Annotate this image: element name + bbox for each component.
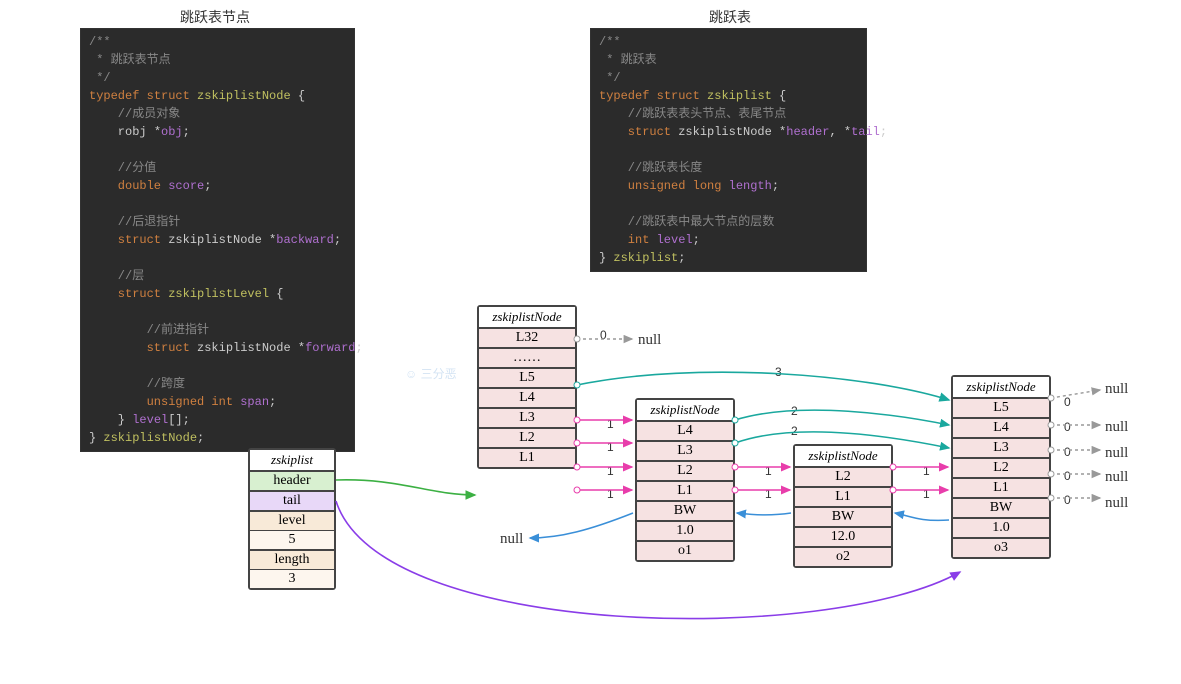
node-head-dots: ……: [479, 349, 575, 369]
span-2-L3: 2: [791, 424, 798, 438]
node-2-L1: L1: [795, 488, 891, 508]
node-2-BW: BW: [795, 508, 891, 528]
node-head-title: zskiplistNode: [479, 307, 575, 329]
node-1-obj: o1: [637, 542, 733, 560]
node-3-L5: L5: [953, 399, 1049, 419]
span-3: 3: [775, 365, 782, 379]
zskiplist-header: header: [250, 472, 334, 492]
node-2-score: 12.0: [795, 528, 891, 548]
node-3-L4: L4: [953, 419, 1049, 439]
node-3-L3: L3: [953, 439, 1049, 459]
null-n3-L1: null: [1105, 495, 1128, 512]
node-head-L1: L1: [479, 449, 575, 467]
node-2-L2: L2: [795, 468, 891, 488]
null-n3-L3: null: [1105, 445, 1128, 462]
node-2-obj: o2: [795, 548, 891, 566]
node-2-title: zskiplistNode: [795, 446, 891, 468]
span-1-n2-L2: 1: [923, 464, 930, 478]
span-0-n3-L2: 0: [1064, 469, 1071, 483]
node-1-L2: L2: [637, 462, 733, 482]
node-head-L4: L4: [479, 389, 575, 409]
span-1-h-L2: 1: [607, 464, 614, 478]
node-3-title: zskiplistNode: [953, 377, 1049, 399]
null-n3-L5: null: [1105, 381, 1128, 398]
zskiplist-length-label: length: [250, 551, 334, 570]
null-n3-L2: null: [1105, 469, 1128, 486]
zskiplist-tail: tail: [250, 492, 334, 512]
node-3-L1: L1: [953, 479, 1049, 499]
node-1-title: zskiplistNode: [637, 400, 733, 422]
span-0-n3-L3: 0: [1064, 445, 1071, 459]
span-1-h-L1: 1: [607, 487, 614, 501]
span-0-n3-L4: 0: [1064, 420, 1071, 434]
span-0-n3-L5: 0: [1064, 395, 1071, 409]
node-3-score: 1.0: [953, 519, 1049, 539]
node-head-L2: L2: [479, 429, 575, 449]
node-3-obj: o3: [953, 539, 1049, 557]
node-1-L3: L3: [637, 442, 733, 462]
span-1-n2-L1: 1: [923, 487, 930, 501]
code-block-list: /** * 跳跃表 */ typedef struct zskiplist { …: [590, 28, 867, 272]
node-head-L3: L3: [479, 409, 575, 429]
node-1: zskiplistNode L4 L3 L2 L1 BW 1.0 o1: [635, 398, 735, 562]
null-n3-L4: null: [1105, 419, 1128, 436]
node-head: zskiplistNode L32 …… L5 L4 L3 L2 L1: [477, 305, 577, 469]
watermark: ☺ 三分恶: [405, 365, 457, 382]
zskiplist-length-value: 3: [250, 570, 334, 588]
zskiplist-level-value: 5: [250, 531, 334, 551]
node-3: zskiplistNode L5 L4 L3 L2 L1 BW 1.0 o3: [951, 375, 1051, 559]
span-0-head: 0: [600, 328, 607, 342]
title-left: 跳跃表节点: [150, 7, 280, 27]
span-1-h-L4: 1: [607, 417, 614, 431]
node-3-L2: L2: [953, 459, 1049, 479]
span-1-n1-L2: 1: [765, 464, 772, 478]
title-right: 跳跃表: [680, 7, 780, 27]
span-0-n3-L1: 0: [1064, 493, 1071, 507]
null-head-L32: null: [638, 332, 661, 349]
node-1-L4: L4: [637, 422, 733, 442]
zskiplist-box: zskiplist header tail level 5 length 3: [248, 448, 336, 590]
node-head-L5: L5: [479, 369, 575, 389]
node-3-BW: BW: [953, 499, 1049, 519]
node-1-score: 1.0: [637, 522, 733, 542]
span-1-n1-L1: 1: [765, 487, 772, 501]
node-2: zskiplistNode L2 L1 BW 12.0 o2: [793, 444, 893, 568]
null-n1-bw: null: [500, 531, 523, 548]
node-head-L32: L32: [479, 329, 575, 349]
zskiplist-level-label: level: [250, 512, 334, 531]
code-block-node: /** * 跳跃表节点 */ typedef struct zskiplistN…: [80, 28, 355, 452]
node-1-L1: L1: [637, 482, 733, 502]
node-1-BW: BW: [637, 502, 733, 522]
span-2-L4: 2: [791, 404, 798, 418]
zskiplist-title: zskiplist: [250, 450, 334, 472]
span-1-h-L3: 1: [607, 440, 614, 454]
